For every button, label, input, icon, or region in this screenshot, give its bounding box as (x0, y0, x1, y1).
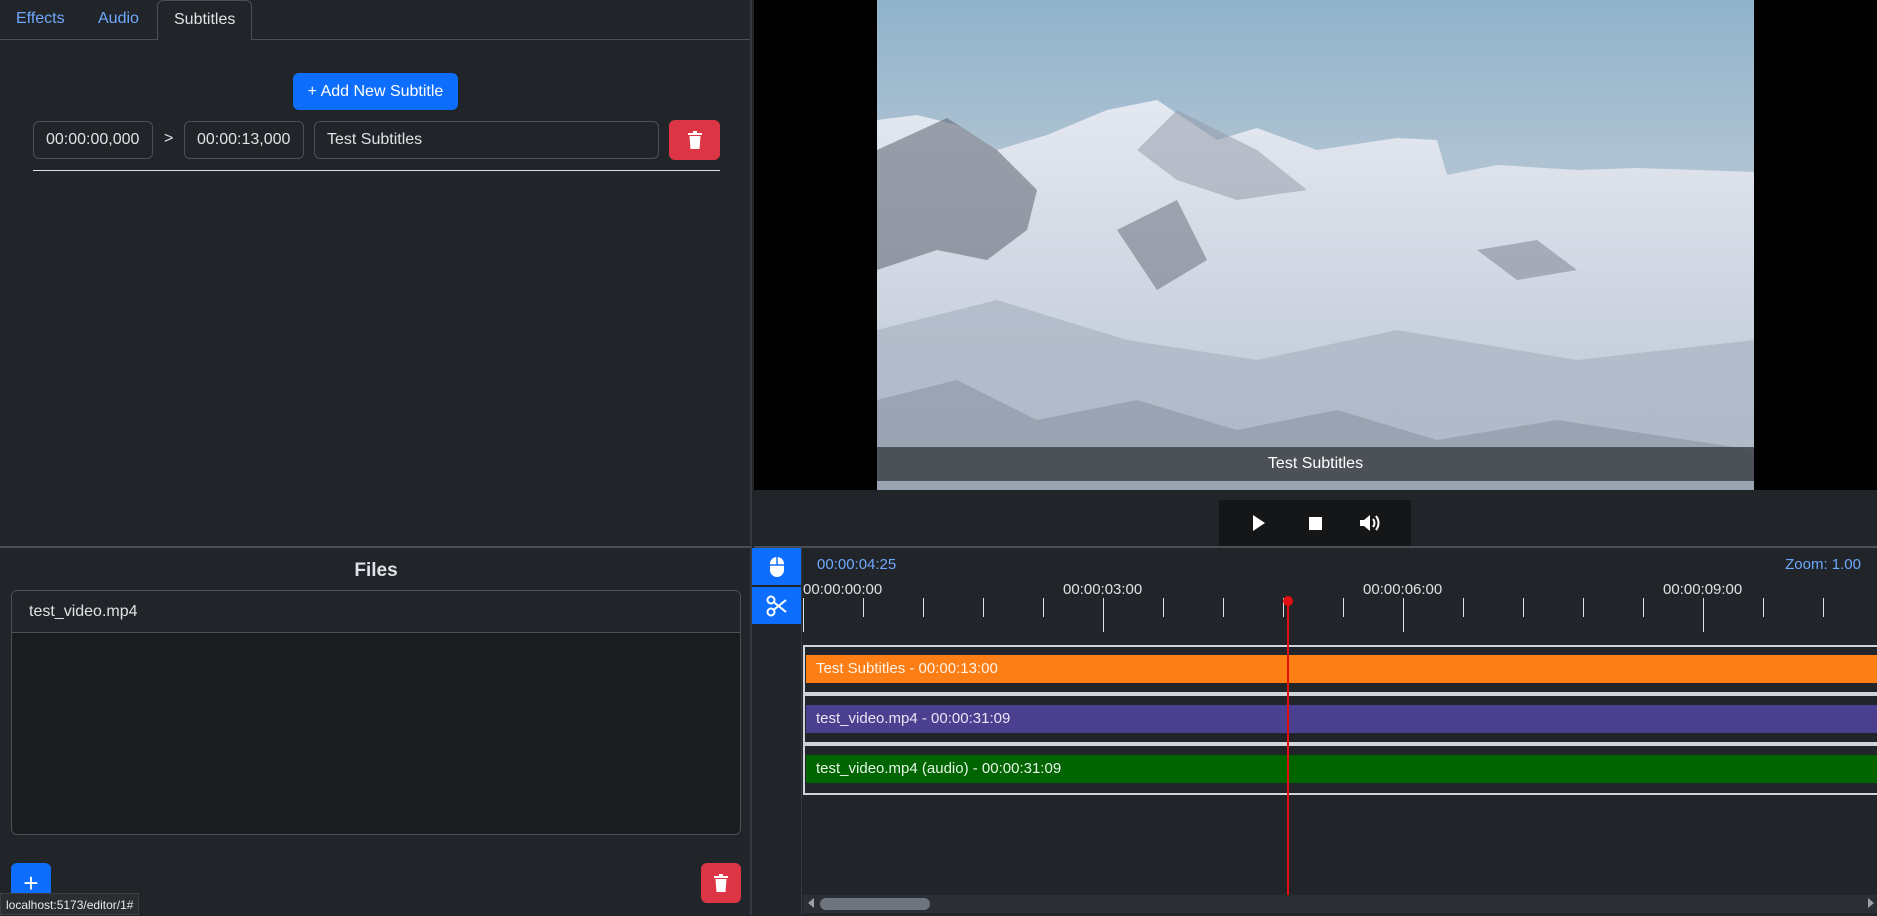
time-separator: > (164, 130, 174, 147)
ruler-tick (1223, 598, 1224, 617)
mountain-video-image (877, 0, 1754, 490)
ruler-tick (1763, 598, 1764, 617)
stop-button[interactable] (1299, 507, 1331, 539)
ruler-tick (1043, 598, 1044, 617)
ruler-tick (983, 598, 984, 617)
playhead[interactable] (1287, 599, 1289, 899)
subtitle-end-input[interactable] (184, 121, 304, 159)
files-title: Files (354, 560, 398, 581)
subtitle-text-input[interactable] (314, 121, 659, 159)
ruler-tick (1103, 598, 1104, 632)
ruler-label: 00:00:09:00 (1663, 581, 1743, 598)
subtitle-divider (33, 170, 720, 171)
add-subtitle-button[interactable]: + Add New Subtitle (293, 73, 458, 110)
ruler-tick (863, 598, 864, 617)
scissors-icon (766, 595, 787, 616)
subtitle-start-input[interactable] (33, 121, 153, 159)
ruler-tick (1583, 598, 1584, 617)
scroll-right-arrow[interactable] (1868, 898, 1874, 908)
ruler-tick (1463, 598, 1464, 617)
ruler-tick (923, 598, 924, 617)
tab-bar: Effects Audio Subtitles (0, 0, 750, 41)
file-item[interactable]: test_video.mp4 (12, 591, 740, 633)
ruler-label: 00:00:00:00 (803, 581, 883, 598)
ruler-label: 00:00:03:00 (1063, 581, 1143, 598)
ruler-tick (1643, 598, 1644, 617)
stop-icon (1308, 516, 1322, 530)
select-tool-button[interactable] (752, 548, 801, 585)
ruler-tick (1343, 598, 1344, 617)
zoom-level: Zoom: 1.00 (1785, 556, 1861, 573)
scrollbar-thumb[interactable] (820, 898, 930, 910)
video-frame[interactable] (877, 0, 1754, 490)
track-divider (803, 742, 1877, 746)
delete-subtitle-button[interactable] (669, 120, 720, 160)
subtitle-clip[interactable]: Test Subtitles - 00:00:13:00 (806, 655, 1877, 683)
trash-icon (687, 131, 702, 149)
timeline-scrollbar[interactable] (803, 895, 1877, 913)
scroll-left-arrow[interactable] (808, 898, 814, 908)
video-clip[interactable]: test_video.mp4 - 00:00:31:09 (806, 705, 1877, 733)
track-divider (803, 692, 1877, 696)
audio-clip[interactable]: test_video.mp4 (audio) - 00:00:31:09 (806, 755, 1877, 783)
playback-controls (1219, 500, 1411, 546)
ruler-tick (1163, 598, 1164, 617)
tab-audio[interactable]: Audio (82, 0, 155, 40)
mouse-icon (769, 556, 784, 577)
ruler-tick (803, 598, 804, 632)
ruler-tick (1823, 598, 1824, 617)
editor-side-panel: Effects Audio Subtitles + Add New Subtit… (0, 0, 752, 548)
current-time: 00:00:04:25 (817, 556, 897, 573)
tab-subtitles[interactable]: Subtitles (157, 0, 253, 41)
playhead-handle[interactable] (1283, 596, 1293, 606)
timeline-ruler[interactable]: 00:00:00:00 00:00:03:00 00:00:06:00 00:0… (803, 578, 1877, 633)
ruler-tick (1703, 598, 1704, 632)
ruler-label: 00:00:06:00 (1363, 581, 1443, 598)
play-icon (1253, 515, 1265, 531)
volume-icon (1360, 515, 1380, 531)
trash-icon (714, 874, 728, 892)
tab-effects[interactable]: Effects (0, 0, 81, 40)
browser-status-url: localhost:5173/editor/1# (0, 893, 140, 915)
ruler-tick (1523, 598, 1524, 617)
ruler-tick (1403, 598, 1404, 632)
file-list: test_video.mp4 (11, 590, 741, 835)
play-button[interactable] (1243, 507, 1275, 539)
cut-tool-button[interactable] (752, 587, 801, 624)
volume-button[interactable] (1355, 507, 1387, 539)
delete-file-button[interactable] (701, 863, 741, 903)
subtitle-overlay: Test Subtitles (877, 447, 1754, 481)
